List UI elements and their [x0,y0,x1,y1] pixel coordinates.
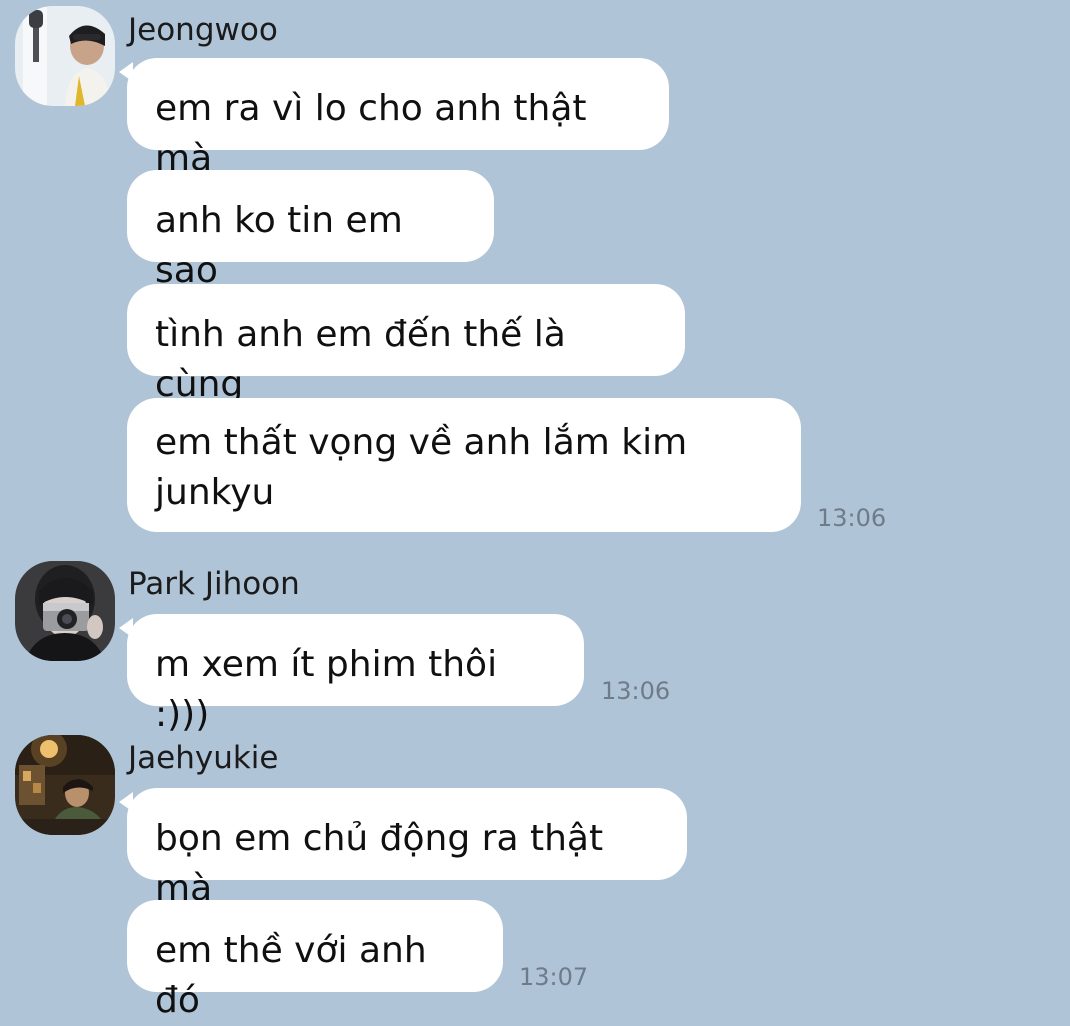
message-timestamp: 13:06 [817,504,887,532]
message-bubble[interactable]: m xem ít phim thôi :))) [119,614,584,735]
message-bubble[interactable]: anh ko tin em sao [127,170,494,291]
sender-name-park-jihoon: Park Jihoon [128,566,300,602]
message-bubble[interactable]: em ra vì lo cho anh thật mà [119,58,669,179]
message-timestamp: 13:06 [601,677,671,705]
message-bubble[interactable]: tình anh em đến thế là cùng [127,284,685,405]
sender-name-jeongwoo: Jeongwoo [128,12,278,48]
message-bubble[interactable]: em thề với anh đó [127,900,503,1021]
jeongwoo-avatar-icon[interactable] [15,6,115,106]
message-timestamp: 13:07 [519,963,589,991]
jaehyukie-avatar-icon[interactable] [15,735,115,835]
park-jihoon-avatar-icon[interactable] [15,561,115,661]
sender-name-jaehyukie: Jaehyukie [128,740,279,776]
message-bubble[interactable]: em thất vọng về anh lắm kim junkyu [127,398,801,532]
message-bubble[interactable]: bọn em chủ động ra thật mà [119,788,687,909]
